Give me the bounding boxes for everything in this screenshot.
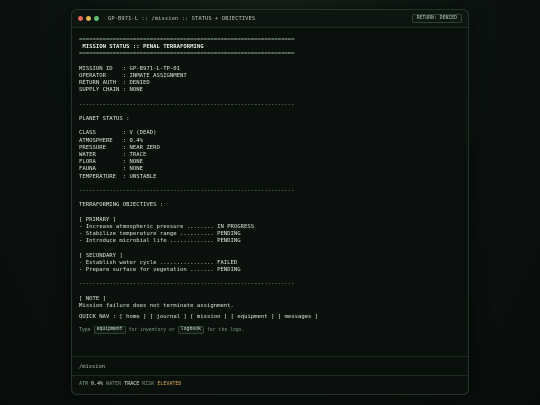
risk-value: ELEVATED: [157, 381, 182, 387]
terminal-window: GP-B971-L :: /mission :: STATUS + OBJECT…: [71, 9, 469, 395]
rule-bottom: ========================================…: [79, 51, 295, 58]
nav-link-journal[interactable]: journal: [156, 314, 180, 320]
secondary-heading: [ SECONDARY ]: [79, 252, 123, 259]
nav-link-equipment[interactable]: equipment: [237, 314, 267, 320]
hint-suffix: for the logs.: [207, 327, 245, 333]
return-status-badge: RETURN: DENIED: [411, 14, 462, 23]
logbook-command-chip[interactable]: logbook: [177, 326, 204, 335]
objective-item: - Stabilize temperature range ..........…: [79, 231, 241, 238]
atm-value: 0.4%: [91, 381, 104, 387]
command-hint: Type equipment for inventory or logbook …: [79, 326, 461, 335]
hint-prefix: Type: [79, 327, 91, 333]
equipment-command-chip[interactable]: equipment: [93, 326, 126, 335]
divider: [72, 356, 468, 357]
objective-item: - Establish water cycle ................…: [79, 259, 238, 266]
hint-mid: for inventory or: [128, 327, 175, 333]
objectives-heading: TERRAFORMING OBJECTIVES :: [79, 202, 164, 209]
class-line: CLASS : V (DEAD): [79, 130, 157, 137]
note-heading: [ NOTE ]: [79, 295, 106, 302]
status-bar: ATM 0.4% WATER TRACE RISK ELEVATED: [79, 381, 181, 387]
title-bar: GP-B971-L :: /mission :: STATUS + OBJECT…: [72, 10, 468, 28]
mission-id-line: MISSION ID : GP-B971-L-TP-01: [79, 65, 181, 72]
supply-chain-line: SUPPLY CHAIN : NONE: [79, 87, 143, 94]
divider: ----------------------------------------…: [79, 281, 295, 288]
nav-link-home[interactable]: home: [126, 314, 139, 320]
fauna-line: FAUNA : NONE: [79, 166, 143, 173]
temperature-line: TEMPERATURE : UNSTABLE: [79, 173, 157, 180]
water-value: TRACE: [124, 381, 140, 387]
pressure-line: PRESSURE : NEAR ZERO: [79, 144, 160, 151]
rule-top: ========================================…: [79, 37, 295, 43]
maximize-dot-icon[interactable]: [94, 16, 99, 21]
close-dot-icon[interactable]: [78, 16, 83, 21]
water-line: WATER : TRACE: [79, 152, 147, 158]
report-heading: MISSION STATUS :: PENAL TERRAFORMING: [79, 44, 204, 51]
note-text: Mission failure does not terminate assig…: [79, 302, 234, 309]
objective-item: - Introduce microbial life .............…: [79, 238, 241, 245]
command-prompt-input[interactable]: /mission: [79, 364, 105, 370]
objective-item: - Prepare surface for vegetation .......…: [79, 267, 241, 273]
water-label: WATER: [106, 381, 122, 387]
divider: ----------------------------------------…: [79, 187, 295, 194]
divider: [72, 375, 468, 376]
primary-heading: [ PRIMARY ]: [79, 216, 117, 223]
flora-line: FLORA : NONE: [79, 159, 143, 166]
quick-nav: QUICK NAV : [ home ] [ journal ] [ missi…: [79, 314, 319, 321]
atm-label: ATM: [79, 381, 89, 387]
quick-nav-label: QUICK NAV :: [79, 314, 117, 321]
minimize-dot-icon[interactable]: [86, 16, 91, 21]
nav-link-mission[interactable]: mission: [197, 314, 221, 320]
return-auth-line: RETURN AUTH : DENIED: [79, 80, 150, 87]
operator-line: OPERATOR : INMATE ASSIGNMENT: [79, 72, 187, 79]
nav-link-messages[interactable]: messages: [284, 314, 311, 320]
mission-report: ========================================…: [72, 28, 468, 335]
atmosphere-line: ATMOSPHERE : 0.4%: [79, 137, 143, 144]
divider: ----------------------------------------…: [79, 101, 295, 108]
objective-item: - Increase atmospheric pressure ........…: [79, 223, 255, 230]
planet-status-heading: PLANET STATUS :: [79, 116, 130, 123]
window-title: GP-B971-L :: /mission :: STATUS + OBJECT…: [108, 15, 256, 22]
risk-label: RISK: [142, 381, 155, 387]
